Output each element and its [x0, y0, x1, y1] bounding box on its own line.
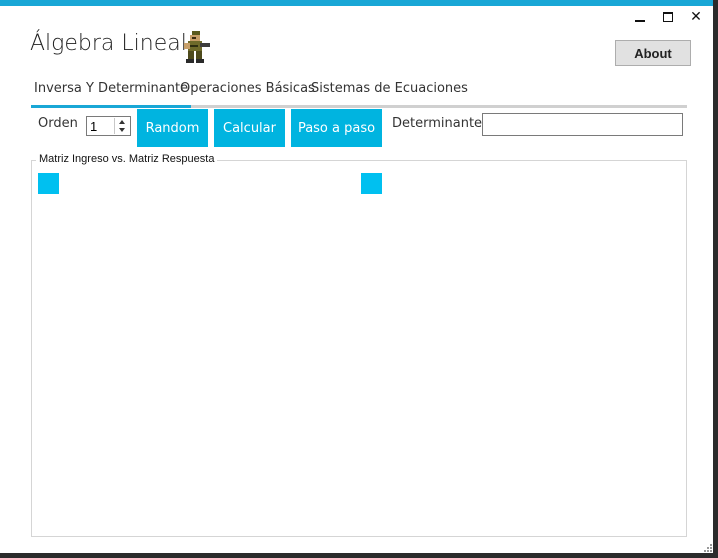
order-label: Orden — [38, 116, 78, 131]
soldier-icon — [184, 31, 210, 63]
stepper-down-icon[interactable] — [115, 126, 129, 134]
step-by-step-button[interactable]: Paso a paso — [291, 109, 382, 147]
matrix-groupbox — [31, 160, 687, 537]
window-controls: ✕ — [633, 10, 703, 24]
stepper-arrows — [114, 118, 129, 134]
app-title: Álgebra Lineal — [30, 31, 187, 56]
result-matrix-cell[interactable] — [361, 173, 382, 194]
calculate-button[interactable]: Calcular — [214, 109, 285, 147]
about-button[interactable]: About — [615, 40, 691, 66]
tab-sistemas-ecuaciones[interactable]: Sistemas de Ecuaciones — [308, 80, 471, 105]
order-stepper[interactable] — [86, 116, 131, 136]
minimize-icon[interactable] — [633, 10, 647, 24]
resize-grip-icon[interactable] — [702, 542, 712, 552]
close-icon[interactable]: ✕ — [689, 10, 703, 24]
tab-inversa-determinante[interactable]: Inversa Y Determinante — [31, 80, 192, 108]
random-button[interactable]: Random — [137, 109, 208, 147]
determinant-label: Determinante — [392, 116, 483, 131]
determinant-field[interactable] — [482, 113, 683, 136]
input-matrix-cell[interactable] — [38, 173, 59, 194]
stepper-up-icon[interactable] — [115, 118, 129, 126]
matrix-group-title: Matriz Ingreso vs. Matriz Respuesta — [36, 153, 218, 165]
maximize-icon[interactable] — [661, 10, 675, 24]
tab-operaciones-basicas[interactable]: Operaciones Básicas — [177, 80, 318, 105]
tab-bar: Inversa Y Determinante Operaciones Básic… — [31, 80, 687, 108]
